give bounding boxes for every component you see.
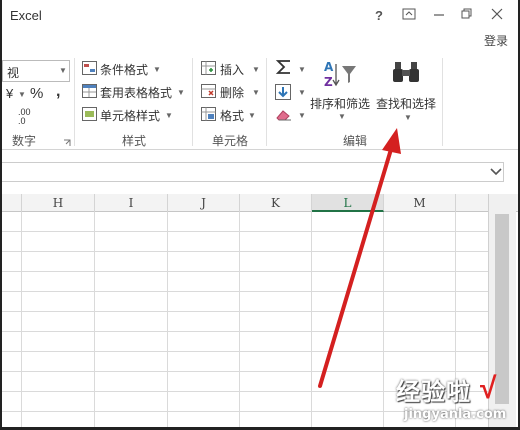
- watermark-url: jingyanla.com: [404, 407, 507, 422]
- watermark-check: √: [480, 372, 497, 405]
- annotation-arrow: [318, 128, 401, 388]
